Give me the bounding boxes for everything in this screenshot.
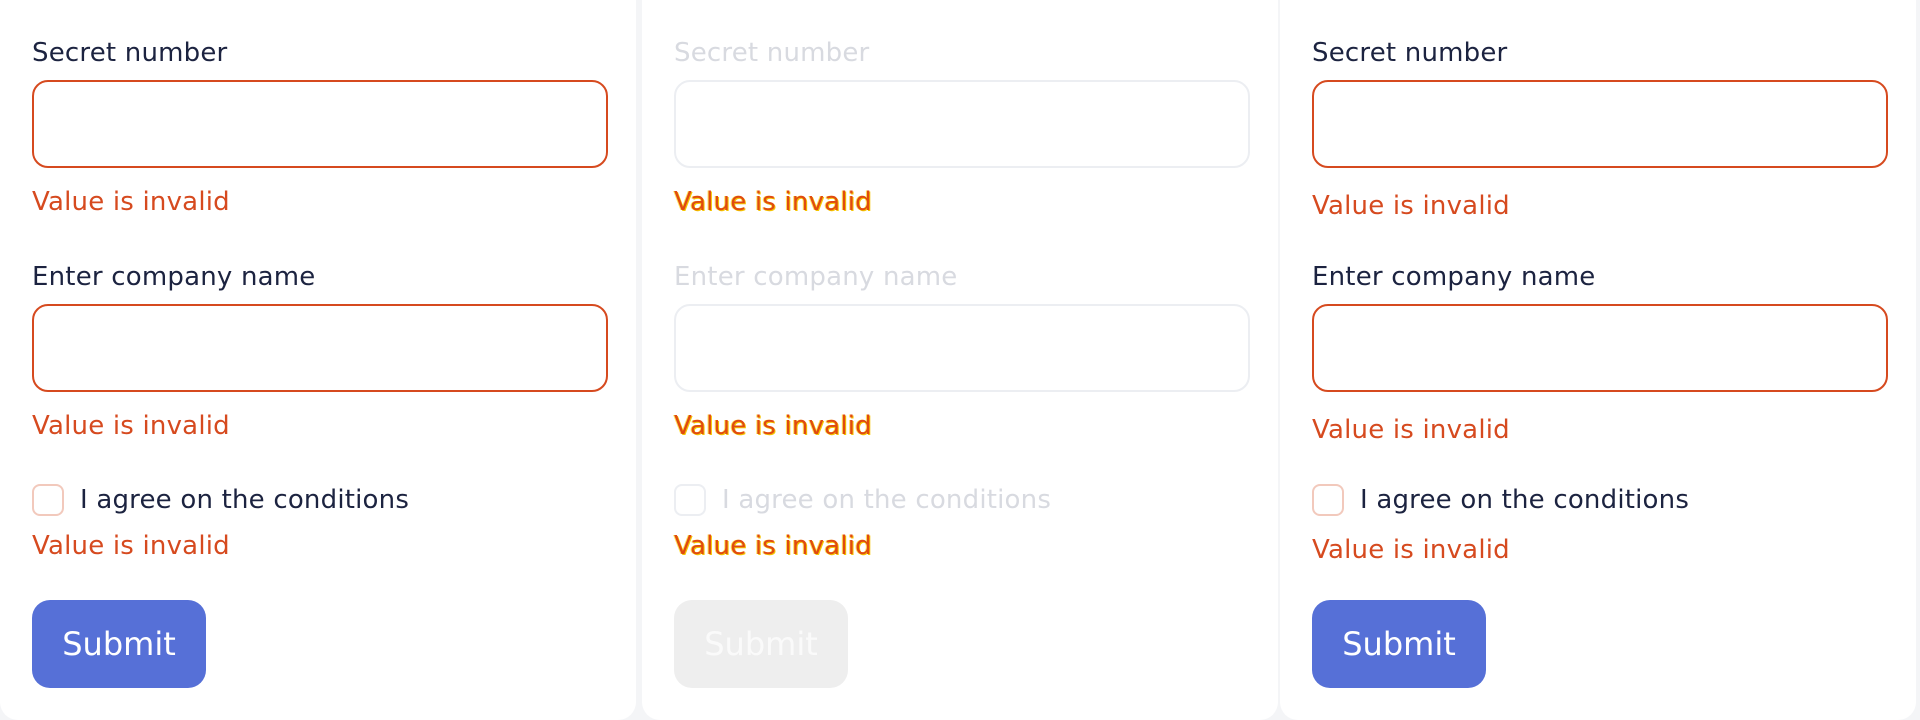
secret-number-error: Value is invalid	[674, 187, 872, 217]
secret-number-error: Value is invalid	[1312, 191, 1510, 221]
agree-checkbox-label: I agree on the conditions	[80, 485, 410, 515]
form-panel-3: Secret number Value is invalid Enter com…	[1280, 0, 1916, 720]
agree-error: Value is invalid	[674, 531, 872, 561]
agree-checkbox[interactable]	[1312, 484, 1344, 516]
secret-number-input[interactable]	[32, 80, 608, 168]
company-name-label: Enter company name	[1312, 262, 1596, 292]
secret-number-input	[674, 80, 1250, 168]
company-name-error: Value is invalid	[32, 411, 230, 441]
company-name-input[interactable]	[1312, 304, 1888, 392]
agree-checkbox-label: I agree on the conditions	[722, 485, 1052, 515]
form-panel-1: Secret number Value is invalid Enter com…	[0, 0, 636, 720]
agree-checkbox-label: I agree on the conditions	[1360, 485, 1690, 515]
secret-number-label: Secret number	[674, 38, 870, 68]
agree-checkbox	[674, 484, 706, 516]
company-name-error: Value is invalid	[674, 411, 872, 441]
agree-error: Value is invalid	[1312, 535, 1510, 565]
submit-button[interactable]: Submit	[32, 600, 206, 688]
submit-button[interactable]: Submit	[1312, 600, 1486, 688]
agree-checkbox-row[interactable]: I agree on the conditions	[32, 484, 409, 516]
secret-number-label: Secret number	[1312, 38, 1508, 68]
company-name-error: Value is invalid	[1312, 415, 1510, 445]
company-name-label: Enter company name	[674, 262, 958, 292]
secret-number-label: Secret number	[32, 38, 228, 68]
agree-checkbox-row: I agree on the conditions	[674, 484, 1051, 516]
company-name-input[interactable]	[32, 304, 608, 392]
forms-stage: Secret number Value is invalid Enter com…	[0, 0, 1920, 720]
agree-checkbox[interactable]	[32, 484, 64, 516]
secret-number-input[interactable]	[1312, 80, 1888, 168]
company-name-label: Enter company name	[32, 262, 316, 292]
company-name-input	[674, 304, 1250, 392]
secret-number-error: Value is invalid	[32, 187, 230, 217]
agree-checkbox-row[interactable]: I agree on the conditions	[1312, 484, 1689, 516]
submit-button: Submit	[674, 600, 848, 688]
form-panel-2-disabled: Secret number Value is invalid Enter com…	[642, 0, 1278, 720]
agree-error: Value is invalid	[32, 531, 230, 561]
